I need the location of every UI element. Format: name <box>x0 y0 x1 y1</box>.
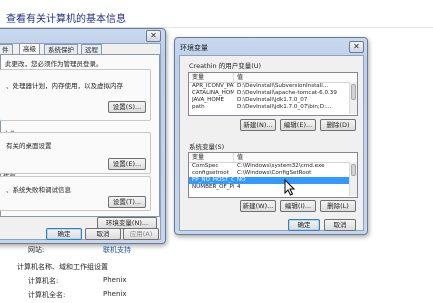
system-properties-body: 件 高级 系统保护 远程 此更改，您必须作为管理员登录。 、处理器计划，内存使用… <box>0 43 161 240</box>
scroll-thumb[interactable] <box>351 164 356 176</box>
environment-variables-window: 环境变量 ✕ Creathin 的用户变量(U) 变量 值 APR_ICONV_… <box>174 37 368 235</box>
variable-name: NUMBER_OF_PR... <box>192 184 234 190</box>
list-item[interactable]: path D:\DevInstall\jdk1.7.0_07\bin;D:... <box>189 104 357 110</box>
user-edit-button[interactable]: 编辑(E)... <box>280 119 316 131</box>
variable-name: path <box>192 104 205 110</box>
list-item[interactable]: configsetroot C:\Windows\ConfigSetRoot <box>189 170 357 177</box>
environment-variables-body: Creathin 的用户变量(U) 变量 值 APR_ICONV_PATH D:… <box>179 55 364 231</box>
section-heading: 计算机名称、域和工作组设置 <box>17 263 108 271</box>
user-profiles-group: 有关的桌面设置 设置(E)... <box>0 132 151 174</box>
variable-value: D:\DevInstall\SubversionInstall... <box>237 83 329 89</box>
selected-list-item[interactable]: FP_NO_HOST_C... NO <box>189 177 357 184</box>
variable-value: D:\DevInstall\jdk1.7.0_07 <box>237 97 308 103</box>
cursor-icon <box>284 179 296 196</box>
full-name-label: 计算机全名: <box>28 291 66 299</box>
apply-button[interactable]: 应用(A) <box>123 228 159 240</box>
variable-name: ComSpec <box>192 163 219 169</box>
online-support-link[interactable]: 联机支持 <box>103 245 131 255</box>
column-divider[interactable] <box>233 153 234 162</box>
variable-name: FP_NO_HOST_C... <box>192 177 234 183</box>
variable-value: C:\Windows\ConfigSetRoot <box>237 170 312 176</box>
system-new-button[interactable]: 新建(W)... <box>240 200 276 212</box>
user-new-button[interactable]: 新建(N)... <box>240 119 276 131</box>
user-profiles-settings-button[interactable]: 设置(E)... <box>108 158 146 170</box>
list-item[interactable]: ComSpec C:\Windows\system32\cmd.exe <box>189 163 357 170</box>
full-name-value: Phenix <box>103 290 127 298</box>
user-variables-label: Creathin 的用户变量(U) <box>189 62 262 70</box>
system-properties-window: ✕ 件 高级 系统保护 远程 此更改，您必须作为管理员登录。 、处理器计划，内存… <box>0 28 166 244</box>
tab-panel: 此更改，您必须作为管理员登录。 、处理器计划，内存使用，以及虚拟内存 设置(S)… <box>0 54 160 229</box>
close-icon[interactable]: ✕ <box>349 41 364 53</box>
variable-value: D:\DevInstall\apache-tomcat-6.0.39 <box>237 90 337 96</box>
system-variables-label: 系统变量(S) <box>189 143 225 151</box>
column-divider[interactable] <box>233 73 234 82</box>
variable-name: APR_ICONV_PATH <box>192 83 234 89</box>
vertical-scrollbar[interactable] <box>349 162 357 196</box>
computer-name-value: Phenix <box>103 276 127 284</box>
user-variables-list[interactable]: 变量 值 APR_ICONV_PATH D:\DevInstall\Subver… <box>188 72 358 116</box>
website-label: 网站: <box>28 246 45 254</box>
cancel-button[interactable]: 取消 <box>85 228 121 240</box>
system-edit-button[interactable]: 编辑(I)... <box>280 200 316 212</box>
scroll-thumb[interactable] <box>351 84 356 100</box>
variable-name: configsetroot <box>192 170 229 176</box>
env-ok-button[interactable]: 确定 <box>288 219 320 231</box>
variable-name: CATALINA_HOME <box>192 90 234 96</box>
performance-settings-button[interactable]: 设置(S)... <box>108 101 146 113</box>
list-item[interactable]: APR_ICONV_PATH D:\DevInstall\SubversionI… <box>189 83 357 90</box>
user-profiles-text: 有关的桌面设置 <box>6 142 52 150</box>
admin-note: 此更改，您必须作为管理员登录。 <box>5 60 103 68</box>
column-header-variable[interactable]: 变量 <box>192 153 204 162</box>
ok-button[interactable]: 确定 <box>46 228 82 240</box>
variable-name: JAVA_HOME <box>192 97 225 103</box>
variable-value: D:\DevInstall\jdk1.7.0_07\bin;D:... <box>237 104 332 110</box>
performance-text: 、处理器计划，内存使用，以及虚拟内存 <box>6 82 123 90</box>
list-item[interactable]: CATALINA_HOME D:\DevInstall\apache-tomca… <box>189 90 357 97</box>
user-delete-button[interactable]: 删除(D) <box>320 119 356 131</box>
list-item[interactable]: NUMBER_OF_PR... 4 <box>189 184 357 190</box>
system-delete-button[interactable]: 删除(L) <box>320 200 356 212</box>
variable-value: C:\Windows\system32\cmd.exe <box>237 163 325 169</box>
startup-recovery-group: 、系统失败和调试信息 设置(T)... <box>0 176 151 211</box>
column-header-value[interactable]: 值 <box>237 153 243 162</box>
performance-group: 、处理器计划，内存使用，以及虚拟内存 设置(S)... <box>0 69 151 121</box>
vertical-scrollbar[interactable] <box>349 82 357 114</box>
list-header: 变量 值 <box>189 73 357 83</box>
startup-recovery-text: 、系统失败和调试信息 <box>6 186 71 194</box>
close-icon[interactable]: ✕ <box>146 30 161 42</box>
column-header-value[interactable]: 值 <box>237 73 243 82</box>
window-title: 环境变量 <box>180 44 208 52</box>
computer-name-label: 计算机名: <box>28 277 59 285</box>
column-header-variable[interactable]: 变量 <box>192 73 204 82</box>
list-item[interactable]: JAVA_HOME D:\DevInstall\jdk1.7.0_07 <box>189 97 357 104</box>
env-cancel-button[interactable]: 取消 <box>324 219 356 231</box>
system-variables-list[interactable]: 变量 值 ComSpec C:\Windows\system32\cmd.exe… <box>188 152 358 198</box>
startup-recovery-settings-button[interactable]: 设置(T)... <box>108 196 146 208</box>
page-title: 查看有关计算机的基本信息 <box>6 14 126 25</box>
list-header: 变量 值 <box>189 153 357 163</box>
